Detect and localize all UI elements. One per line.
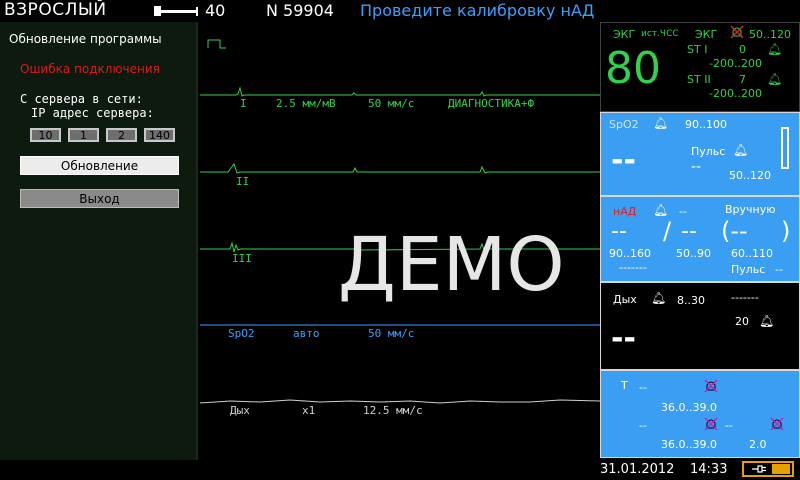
nibp-mean: (-- — [721, 217, 748, 245]
resp-parameter-panel[interactable]: Дых 🔔︎ 8..30 ------- 20 🔔︎ -- — [600, 282, 800, 370]
spo2-wave-label[interactable]: SpO2 — [228, 327, 255, 340]
apnea-value: 20 — [735, 315, 749, 328]
pulse-limits: 50..120 — [729, 169, 771, 182]
nibp-mode[interactable]: Вручную — [725, 203, 776, 216]
st1-alarm-icon: 🔔︎ — [767, 42, 783, 56]
ecg-lead-1-wave — [200, 86, 600, 97]
nibp-label: нАД — [613, 205, 637, 218]
connection-error: Ошибка подключения — [20, 62, 160, 76]
top-bar: ВЗРОСЛЫЙ 40 N 59904 Проведите калибровку… — [0, 0, 800, 22]
t2-limits: 36.0..39.0 — [661, 438, 717, 451]
pulse-label: Пульс — [691, 145, 726, 158]
pulse-alarm-icon: 🔔︎ — [733, 143, 749, 157]
resp-wave-speed[interactable]: 12.5 мм/с — [363, 404, 423, 417]
temp-label: T — [621, 379, 628, 392]
spo2-label: SpO2 — [609, 118, 639, 131]
ip-octet-4[interactable]: 140 — [144, 128, 175, 142]
resp-wave-gain[interactable]: x1 — [302, 404, 315, 417]
resp-alarm-icon: 🔔︎ — [651, 291, 667, 305]
update-button[interactable]: Обновление — [20, 156, 179, 175]
nibp-systolic-limits: 90..160 — [609, 247, 651, 260]
ecg-lead-1-label[interactable]: I — [240, 97, 247, 110]
resp-wave — [200, 399, 600, 404]
exit-button[interactable]: Выход — [20, 189, 179, 208]
heart-rate-value: 80 — [605, 43, 661, 94]
hr-limits: 50..120 — [749, 28, 791, 41]
spo2-wave-mode[interactable]: авто — [293, 327, 320, 340]
resp-value: -- — [611, 321, 636, 356]
panel-title: Обновление программы — [9, 32, 162, 46]
nibp-diastolic-limits: 50..90 — [676, 247, 711, 260]
ecg-lead-3-label[interactable]: III — [232, 252, 252, 265]
ecg-lead-2-label[interactable]: II — [236, 175, 249, 188]
battery-icon — [742, 461, 794, 477]
nibp-time: ------- — [619, 261, 647, 274]
nibp-mean-limits: 60..110 — [731, 247, 773, 260]
time: 14:33 — [690, 462, 728, 477]
software-update-panel: Обновление программы Ошибка подключения … — [0, 22, 198, 460]
dt-limit: 2.0 — [749, 438, 767, 451]
nibp-pulse-label: Пульс — [731, 263, 766, 276]
alarm-off-icon — [730, 25, 744, 39]
ecg-panel-label: ЭКГ — [613, 28, 636, 41]
date: 31.01.2012 — [600, 462, 675, 477]
alarm-message: Проведите калибровку нАД — [360, 1, 595, 20]
st2-alarm-icon: 🔔︎ — [767, 72, 783, 86]
ecg-speed[interactable]: 50 мм/с — [368, 97, 414, 110]
ip-label: IP адрес сервера: — [31, 106, 154, 120]
t1-limits: 36.0..39.0 — [661, 401, 717, 414]
nibp-diastolic: -- — [681, 219, 697, 244]
spo2-value: -- — [611, 143, 636, 178]
nibp-systolic: -- — [611, 219, 627, 244]
patient-mode[interactable]: ВЗРОСЛЫЙ — [4, 0, 107, 20]
apnea-placeholder: ------- — [731, 291, 759, 304]
spo2-parameter-panel[interactable]: SpO2 🔔︎ 90..100 -- Пульс 🔔︎ -- 50..120 — [600, 112, 800, 196]
bed-icon — [154, 6, 198, 16]
patient-age: 40 — [205, 1, 226, 20]
st1-value: 0 — [739, 43, 746, 56]
dt-alarm-off-icon — [770, 417, 784, 431]
ecg-parameter-panel[interactable]: ЭКГ ист.ЧСС ЭКГ 50..120 80 ST I 0 🔔︎ -20… — [600, 22, 800, 112]
ecg-calibration-mark — [207, 39, 226, 49]
nibp-slash: / — [663, 217, 672, 245]
pulse-value: -- — [691, 159, 702, 175]
ecg-lead-2-wave — [200, 162, 600, 174]
resp-label: Дых — [613, 293, 637, 306]
nibp-mean-close: ) — [781, 217, 791, 245]
t1-value: -- — [639, 381, 647, 394]
ip-octet-3[interactable]: 2 — [106, 128, 137, 142]
ecg-gain[interactable]: 2.5 мм/мВ — [276, 97, 336, 110]
nibp-alarm-icon: 🔔︎ — [653, 203, 669, 217]
st2-label: ST II — [687, 73, 711, 86]
demo-watermark: ДЕМО — [338, 222, 565, 308]
spo2-wave-speed[interactable]: 50 мм/с — [368, 327, 414, 340]
t1-alarm-off-icon — [704, 379, 718, 393]
ip-octet-2[interactable]: 1 — [68, 128, 99, 142]
t2-alarm-off-icon — [704, 417, 718, 431]
server-label: С сервера в сети: — [20, 92, 143, 106]
spo2-limits: 90..100 — [685, 118, 727, 131]
apnea-alarm-icon: 🔔︎ — [759, 314, 775, 328]
nibp-parameter-panel[interactable]: нАД 🔔︎ -- Вручную -- / -- (-- ) 90..160 … — [600, 196, 800, 282]
nibp-pulse-value: -- — [775, 263, 783, 276]
st2-limits: -200..200 — [709, 87, 762, 100]
ip-octet-1[interactable]: 10 — [30, 128, 61, 142]
t2-value: -- — [639, 419, 647, 432]
resp-limits: 8..30 — [677, 294, 705, 307]
st1-label: ST I — [687, 43, 708, 56]
ecg-filter[interactable]: ДИАГНОСТИКА+Ф — [448, 97, 534, 110]
st1-limits: -200..200 — [709, 57, 762, 70]
spo2-alarm-icon: 🔔︎ — [653, 116, 669, 130]
hr-source: ист.ЧСС — [641, 29, 679, 39]
patient-number: N 59904 — [266, 1, 334, 20]
st2-value: 7 — [739, 73, 746, 86]
t3-value: -- — [725, 419, 733, 432]
perfusion-bar — [781, 127, 789, 169]
temp-parameter-panel[interactable]: T -- 36.0..39.0 -- -- 36.0..39.0 2.0 — [600, 370, 800, 458]
nibp-status: -- — [679, 205, 687, 218]
ecg-panel-label-2: ЭКГ — [695, 28, 718, 41]
resp-wave-label[interactable]: Дых — [230, 404, 250, 417]
